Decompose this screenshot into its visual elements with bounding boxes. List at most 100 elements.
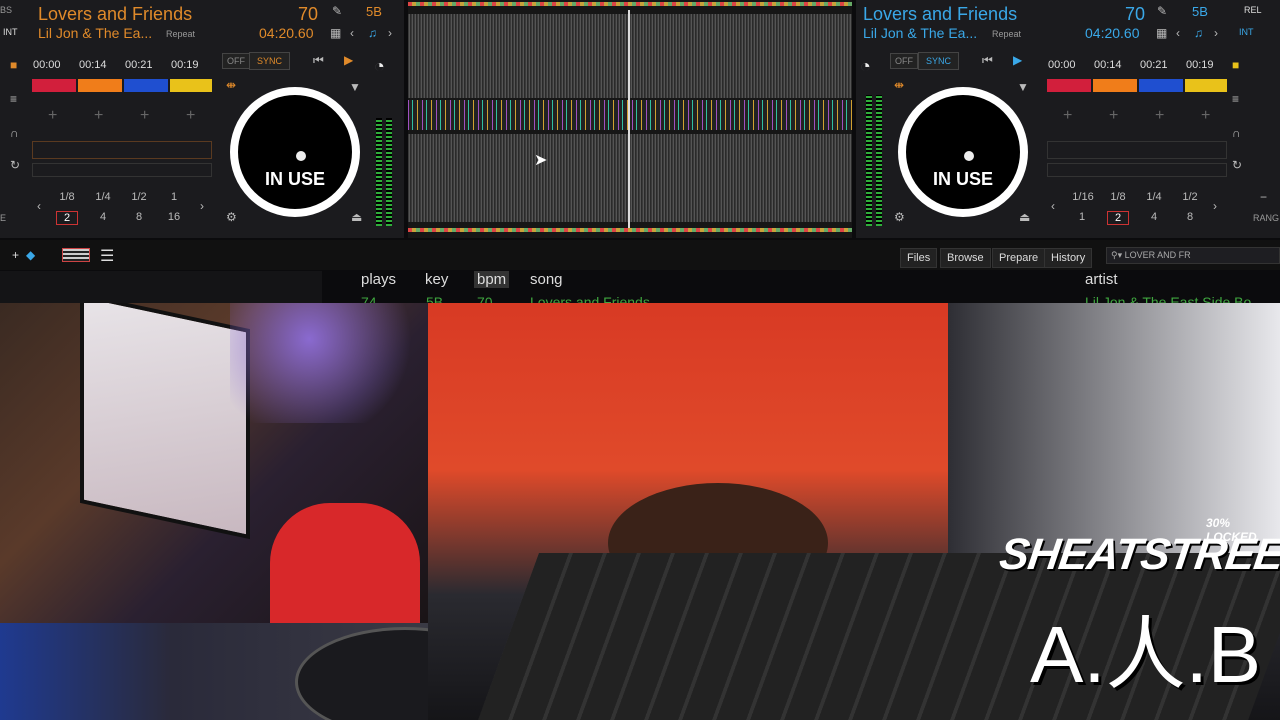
left-off-button[interactable]: OFF [222,53,250,69]
left-pitch-icon[interactable]: ◔ [374,56,385,77]
right-minus-icon[interactable]: − [1260,190,1267,204]
col-header-key[interactable]: key [425,271,448,288]
right-grid-icon[interactable]: ▦ [1156,26,1167,40]
right-add-cue-1[interactable]: + [1063,107,1072,125]
left-prev-icon[interactable]: ‹ [350,26,354,40]
left-add-cue-1[interactable]: + [48,107,57,125]
right-beat-prev-icon[interactable]: ‹ [1051,199,1055,213]
right-loop-bar-2[interactable] [1047,163,1227,177]
view-list-icon[interactable] [62,248,90,262]
left-beat-next-icon[interactable]: › [200,199,204,213]
left-cue-pad-1[interactable] [32,79,76,92]
left-beat-bottom-2[interactable]: 4 [92,211,114,223]
left-jog-wheel[interactable]: IN USE [230,87,360,217]
left-beat-top-2[interactable]: 1/4 [92,191,114,203]
left-loop-bar[interactable] [32,141,212,159]
right-beat-top-3[interactable]: 1/4 [1143,191,1165,203]
right-rel-label[interactable]: REL [1244,5,1262,15]
right-play-icon[interactable]: ▶ [1013,53,1022,67]
waveform-deck-b [408,134,852,222]
right-add-cue-4[interactable]: + [1201,107,1210,125]
left-cue-icon[interactable]: ■ [10,58,17,72]
left-beat-bottom-1[interactable]: 2 [56,211,78,225]
right-add-cue-3[interactable]: + [1155,107,1164,125]
left-key-icon[interactable]: ✎ [332,4,342,18]
left-play-mode[interactable]: Repeat [166,29,195,39]
tab-history[interactable]: History [1044,248,1093,268]
right-cue-icon[interactable]: ■ [1232,58,1239,72]
left-cue-pad-3[interactable] [124,79,168,92]
right-loop-bar[interactable] [1047,141,1227,159]
left-cue-pad-2[interactable] [78,79,122,92]
left-beat-top-4[interactable]: 1 [163,191,185,203]
col-header-plays[interactable]: plays [361,271,396,288]
col-header-bpm[interactable]: bpm [474,271,510,288]
left-play-icon[interactable]: ▶ [344,53,353,67]
right-cue-pad-1[interactable] [1047,79,1091,92]
col-header-song[interactable]: song [530,271,563,288]
right-headphone-icon[interactable]: ∩ [1232,126,1241,140]
left-dropdown-icon[interactable]: ▼ [349,80,361,94]
left-sync-button[interactable]: SYNC [249,52,291,70]
right-beat-bottom-1[interactable]: 1 [1071,211,1093,223]
right-key-icon[interactable]: ✎ [1157,4,1167,18]
right-note-icon[interactable]: ♫ [1194,26,1203,40]
waveform-display[interactable]: ➤ [408,0,852,238]
right-next-icon[interactable]: › [1214,26,1218,40]
left-int-button[interactable]: INT [3,27,18,37]
right-int-button[interactable]: INT [1239,27,1254,37]
left-settings-icon[interactable]: ⚙ [226,210,237,224]
right-prev-track-icon[interactable]: ⏮ [982,53,993,68]
left-beat-prev-icon[interactable]: ‹ [37,199,41,213]
right-add-cue-2[interactable]: + [1109,107,1118,125]
left-beat-top-1[interactable]: 1/8 [56,191,78,203]
right-settings-icon[interactable]: ⚙ [894,210,905,224]
tab-files[interactable]: Files [900,248,938,268]
right-eject-icon[interactable]: ⏏ [1019,210,1030,224]
right-beat-top-4[interactable]: 1/2 [1179,191,1201,203]
left-prev-track-icon[interactable]: ⏮ [313,53,324,68]
left-beat-bottom-3[interactable]: 8 [128,211,150,223]
left-list-icon[interactable]: ≡ [10,92,17,106]
add-icon[interactable]: + [12,248,19,262]
view-details-icon[interactable]: ☰ [100,246,114,266]
right-pitch-icon[interactable]: ◔ [860,56,871,77]
left-eject-icon[interactable]: ⏏ [351,210,362,224]
left-fx-icon[interactable]: ⇼ [226,78,236,92]
right-cue-pad-3[interactable] [1139,79,1183,92]
left-beat-top-3[interactable]: 1/2 [128,191,150,203]
right-loop-icon[interactable]: ↻ [1232,158,1242,172]
left-add-cue-2[interactable]: + [94,107,103,125]
tab-browse[interactable]: Browse [940,248,991,268]
left-headphone-icon[interactable]: ∩ [10,126,19,140]
left-add-cue-3[interactable]: + [140,107,149,125]
left-loop-bar-2[interactable] [32,163,212,177]
left-loop-icon[interactable]: ↻ [10,158,20,172]
left-note-icon[interactable]: ♫ [368,26,377,40]
right-off-button[interactable]: OFF [890,53,918,69]
left-beat-bottom-4[interactable]: 16 [163,211,185,223]
right-beat-bottom-2[interactable]: 2 [1107,211,1129,225]
right-list-icon[interactable]: ≡ [1232,92,1239,106]
right-beat-bottom-4[interactable]: 8 [1179,211,1201,223]
right-prev-icon[interactable]: ‹ [1176,26,1180,40]
right-cue-pad-4[interactable] [1185,79,1227,92]
right-cue-pad-2[interactable] [1093,79,1137,92]
right-play-mode[interactable]: Repeat [992,29,1021,39]
left-grid-icon[interactable]: ▦ [330,26,341,40]
right-beat-bottom-3[interactable]: 4 [1143,211,1165,223]
right-beat-next-icon[interactable]: › [1213,199,1217,213]
right-beat-top-2[interactable]: 1/8 [1107,191,1129,203]
right-beat-top-1[interactable]: 1/16 [1069,191,1097,203]
left-cue-pad-4[interactable] [170,79,212,92]
left-next-icon[interactable]: › [388,26,392,40]
col-header-artist[interactable]: artist [1085,271,1118,288]
right-jog-wheel[interactable]: IN USE [898,87,1028,217]
left-add-cue-4[interactable]: + [186,107,195,125]
right-sync-button[interactable]: SYNC [918,52,960,70]
right-dropdown-icon[interactable]: ▼ [1017,80,1029,94]
right-fx-icon[interactable]: ⇼ [894,78,904,92]
folder-icon[interactable]: ◆ [26,248,35,262]
search-input[interactable]: ⚲▾ LOVER AND FR [1106,247,1280,264]
tab-prepare[interactable]: Prepare [992,248,1046,268]
